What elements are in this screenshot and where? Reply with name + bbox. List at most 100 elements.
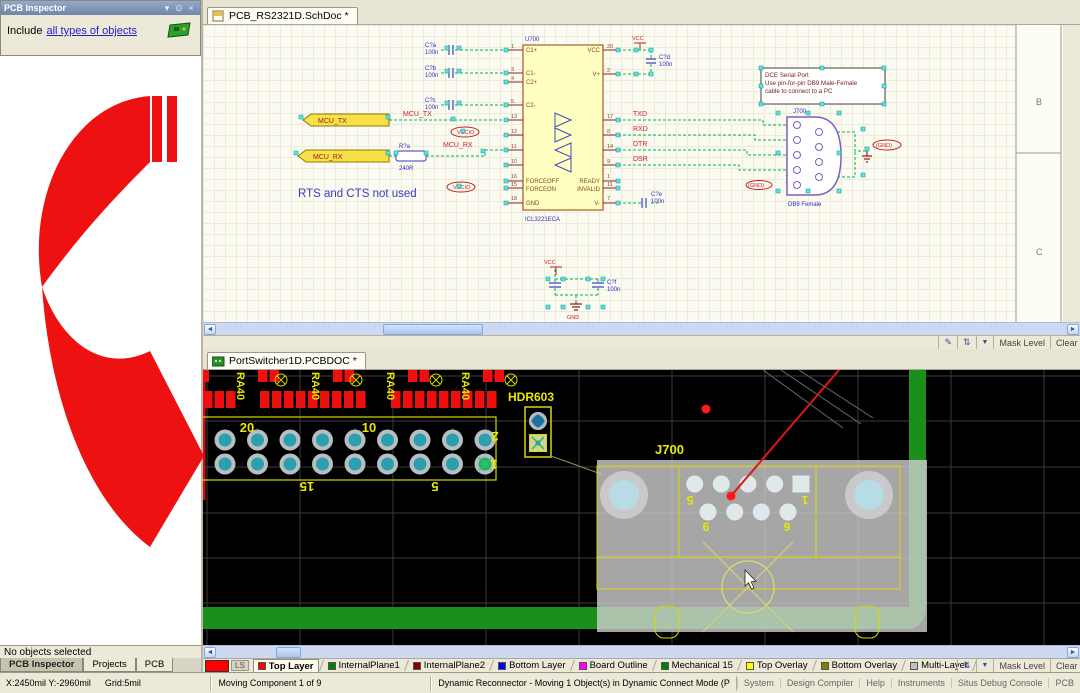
ratsnest-lines <box>763 370 873 428</box>
layer-color-icon <box>498 662 506 670</box>
current-layer-swatch[interactable] <box>205 660 229 672</box>
include-objects-link[interactable]: all types of objects <box>46 25 137 37</box>
filter-icon[interactable]: ▼ <box>976 659 994 672</box>
scroll-right-icon[interactable]: ► <box>1067 647 1079 658</box>
hdr603-footprint[interactable]: HDR603 <box>508 390 601 474</box>
panel-tab-row: PCB Inspector Projects PCB <box>0 658 201 672</box>
cursor-coordinates: X:2450mil Y:-2960mil <box>6 678 91 688</box>
layer-tab-board-outline[interactable]: Board Outline <box>575 659 652 672</box>
note-line: Use pin-for-pin DB9 Male-Female <box>765 80 858 87</box>
pin-name: GND <box>526 201 540 207</box>
panel-pin-icon[interactable]: ⊙ <box>173 3 185 14</box>
scroll-right-icon[interactable]: ► <box>1067 324 1079 335</box>
sch-ic-rs232-transceiver[interactable]: U700 ICL3221ECA C1+ C1- C2+ C2- FORCEOFF… <box>508 37 618 223</box>
j700-pin-number: 6 <box>703 520 710 534</box>
vcc-label: VCC <box>544 260 556 266</box>
j700-pin-number: 9 <box>784 520 791 534</box>
pin-number: 17 <box>607 114 613 120</box>
pin-name: C2+ <box>526 80 538 86</box>
pad-number: 5 <box>431 479 438 494</box>
sch-port-tx[interactable]: MCU_TX <box>303 114 389 126</box>
pin-number: 9 <box>607 159 610 165</box>
panel-menu-help[interactable]: Help <box>859 678 891 688</box>
pin-number: 16 <box>511 174 517 180</box>
scroll-left-icon[interactable]: ◄ <box>204 324 216 335</box>
mask-level-button[interactable]: Mask Level <box>993 659 1050 672</box>
pcb-scroll-thumb[interactable] <box>276 647 301 658</box>
port-rx-label: MCU_RX <box>313 154 343 161</box>
sch-resistor[interactable]: R?a 240R <box>396 144 426 172</box>
inspector-status: No objects selected <box>0 645 201 658</box>
clear-button[interactable]: Clear <box>1050 659 1080 672</box>
pin-number: 2 <box>607 68 610 74</box>
pin-name: FORCEON <box>526 187 556 193</box>
panel-menu-instruments[interactable]: Instruments <box>891 678 951 688</box>
tab-pcb[interactable]: PCB <box>136 658 174 672</box>
pin-name: VCC <box>587 48 600 54</box>
cap-value: 100n <box>425 73 438 79</box>
pin-name: V+ <box>592 72 600 78</box>
layer-color-icon <box>328 662 336 670</box>
layer-tab-top-layer[interactable]: Top Layer <box>253 659 319 673</box>
ra-label: RA40 <box>309 372 321 400</box>
panel-dropdown-icon[interactable]: ▾ <box>161 3 173 14</box>
filter-icon[interactable]: ▼ <box>976 336 994 349</box>
panel-menu-design-compiler[interactable]: Design Compiler <box>780 678 860 688</box>
sch-port-rx[interactable]: MCU_RX <box>298 150 389 162</box>
net-label: TXD <box>633 111 647 118</box>
net-label: DTR <box>633 141 647 148</box>
sch-db9-connector[interactable]: J700 DB9 Female <box>787 109 841 208</box>
red-arrow-graphic <box>0 56 210 645</box>
sch-annotation[interactable]: RTS and CTS not used <box>298 188 417 200</box>
tab-pcb-inspector[interactable]: PCB Inspector <box>0 658 83 672</box>
tab-projects[interactable]: Projects <box>83 658 135 672</box>
tab-pcbdoc[interactable]: PortSwitcher1D.PCBDOC * <box>207 352 366 369</box>
header-connector-2x10[interactable]: 20 10 15 5 2 1 <box>203 417 499 494</box>
pin-number: 15 <box>511 182 517 188</box>
layer-tab-internalplane2[interactable]: InternalPlane2 <box>409 659 489 672</box>
pin-number: 4 <box>511 76 514 82</box>
layer-tab-internalplane1[interactable]: InternalPlane1 <box>324 659 404 672</box>
panel-menu-system[interactable]: System <box>737 678 780 688</box>
cap-value: 100n <box>607 287 620 293</box>
pcb-hscrollbar[interactable]: ◄ ► <box>203 645 1080 658</box>
left-canvas <box>0 56 201 645</box>
gnd-port-label: (GND) <box>748 183 764 189</box>
layer-tab-mechanical15[interactable]: Mechanical 15 <box>657 659 737 672</box>
layer-tab-bottom-overlay[interactable]: Bottom Overlay <box>817 659 901 672</box>
pin-name: C1- <box>526 71 536 77</box>
panel-close-icon[interactable]: × <box>185 3 197 13</box>
sch-scroll-thumb[interactable] <box>383 324 483 335</box>
sort-icon[interactable]: ⇅ <box>957 659 976 672</box>
sch-hscrollbar[interactable]: ◄ ► <box>203 322 1080 335</box>
layer-tab-top-overlay[interactable]: Top Overlay <box>742 659 812 672</box>
pcb-tab-label: PortSwitcher1D.PCBDOC * <box>229 355 357 367</box>
pin-name: C1+ <box>526 48 538 54</box>
sch-canvas[interactable]: B C U700 <box>203 25 1080 322</box>
resistor-ref: R?a <box>399 144 411 150</box>
pad-number: 2 <box>491 429 498 444</box>
zone-letter: C <box>1036 247 1043 257</box>
pin-number: 5 <box>511 99 514 105</box>
net-label: MCU_RX <box>443 142 473 149</box>
tab-schdoc[interactable]: PCB_RS2321D.SchDoc * <box>207 7 358 24</box>
cap-ref: C?e <box>651 192 663 198</box>
j700-label: J700 <box>655 442 684 457</box>
panel-menu-pcb[interactable]: PCB <box>1048 678 1080 688</box>
clear-button[interactable]: Clear <box>1050 336 1080 349</box>
sort-icon[interactable]: ⇅ <box>957 336 976 349</box>
net-label: DSR <box>633 156 648 163</box>
pcb-pane: PortSwitcher1D.PCBDOC * <box>203 349 1080 672</box>
panel-titlebar[interactable]: PCB Inspector ▾ ⊙ × <box>1 1 200 15</box>
pin-name: FORCEOFF <box>526 179 559 185</box>
scroll-left-icon[interactable]: ◄ <box>204 647 216 658</box>
layer-sets-button[interactable]: LS <box>231 660 249 671</box>
layer-tab-bottom-layer[interactable]: Bottom Layer <box>494 659 570 672</box>
pin-number: 7 <box>607 196 610 202</box>
note-line: DCE Serial Port <box>765 72 809 79</box>
mask-level-button[interactable]: Mask Level <box>993 336 1050 349</box>
edit-icon[interactable]: ✎ <box>938 336 957 349</box>
panel-menu-situs-debug[interactable]: Situs Debug Console <box>951 678 1049 688</box>
pcb-canvas[interactable]: RA40 RA40 RA40 RA40 <box>203 370 1080 645</box>
sch-note-box[interactable]: DCE Serial Port Use pin-for-pin DB9 Male… <box>761 68 885 104</box>
